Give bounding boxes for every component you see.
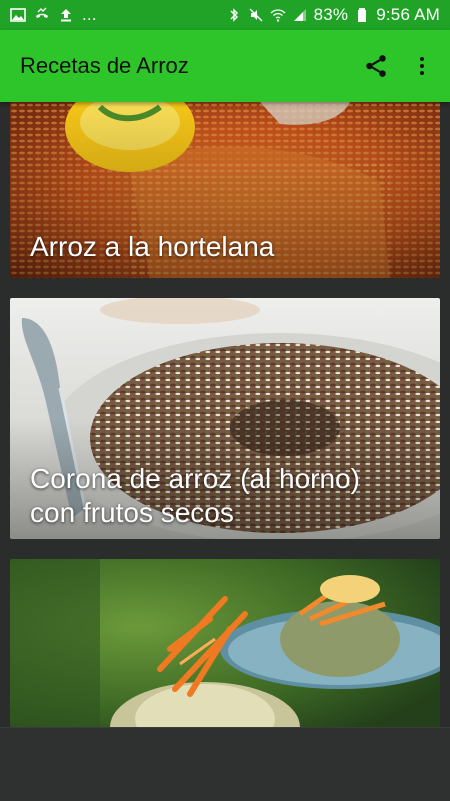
mute-icon: [248, 7, 264, 23]
more-notifications: ...: [82, 5, 97, 24]
battery-percent: 83%: [313, 5, 349, 24]
recipe-title: Corona de arroz (al horno) con frutos se…: [30, 462, 420, 530]
overflow-menu-button[interactable]: [404, 48, 440, 84]
clock: 9:56 AM: [376, 5, 440, 24]
recipe-list[interactable]: Arroz a la hortelana Corona de arroz (al…: [0, 102, 450, 727]
recipe-card[interactable]: Arroz a la hortelana: [10, 102, 440, 278]
bluetooth-icon: [226, 7, 242, 23]
bottom-navigation-area: [0, 727, 450, 801]
app-bar: Recetas de Arroz: [0, 30, 450, 102]
share-button[interactable]: [358, 48, 394, 84]
status-bar: ... 83% 9:56 AM: [0, 0, 450, 30]
notification-icons: ...: [0, 5, 226, 25]
share-icon: [363, 53, 389, 79]
missed-call-icon: [34, 7, 50, 23]
signal-icon: [292, 7, 308, 23]
upload-icon: [58, 7, 74, 23]
overflow-menu-icon: [410, 54, 434, 78]
recipe-card[interactable]: [10, 559, 440, 727]
recipe-image: [10, 559, 440, 727]
wifi-icon: [270, 7, 286, 23]
recipe-title-line: Corona de arroz (al horno): [30, 463, 360, 494]
system-icons: 83% 9:56 AM: [226, 5, 450, 25]
recipe-card[interactable]: Corona de arroz (al horno) con frutos se…: [10, 298, 440, 539]
app-title: Recetas de Arroz: [20, 53, 189, 78]
image-icon: [10, 7, 26, 23]
battery-icon: [354, 7, 370, 23]
recipe-title: Arroz a la hortelana: [30, 231, 275, 262]
recipe-title-line: con frutos secos: [30, 497, 234, 528]
